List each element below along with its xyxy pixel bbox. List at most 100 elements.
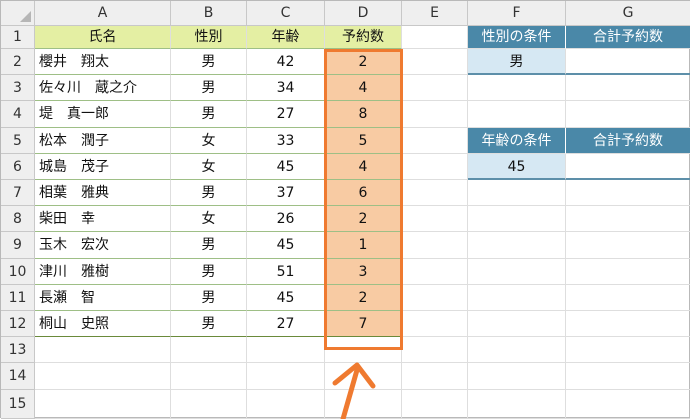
cell-gender[interactable]: 女 bbox=[171, 153, 247, 180]
row-header-11[interactable]: 11 bbox=[1, 284, 35, 311]
cell-reservations[interactable]: 5 bbox=[325, 127, 402, 154]
gender-condition-header[interactable]: 性別の条件 bbox=[468, 26, 566, 49]
cell-name[interactable]: 松本 潤子 bbox=[35, 127, 171, 154]
cell[interactable] bbox=[566, 232, 690, 259]
cell[interactable] bbox=[171, 389, 247, 419]
cell-gender[interactable]: 男 bbox=[171, 101, 247, 128]
select-all-corner[interactable] bbox=[1, 1, 35, 26]
cell-age[interactable]: 45 bbox=[247, 232, 325, 259]
cell[interactable] bbox=[566, 337, 690, 364]
gender-total-header[interactable]: 合計予約数 bbox=[566, 26, 690, 49]
column-header-c[interactable]: C bbox=[247, 1, 325, 26]
cell-reservations[interactable]: 8 bbox=[325, 101, 402, 128]
cell[interactable] bbox=[566, 311, 690, 338]
cell-reservations[interactable]: 4 bbox=[325, 153, 402, 180]
cell[interactable] bbox=[468, 206, 566, 233]
cell-age[interactable]: 37 bbox=[247, 180, 325, 207]
row-header-5[interactable]: 5 bbox=[1, 127, 35, 154]
cell-name[interactable]: 櫻井 翔太 bbox=[35, 49, 171, 76]
cell-reservations[interactable]: 7 bbox=[325, 311, 402, 338]
cell-age[interactable]: 26 bbox=[247, 206, 325, 233]
cell[interactable] bbox=[566, 285, 690, 311]
cell[interactable] bbox=[566, 390, 690, 419]
cell-gender[interactable]: 男 bbox=[171, 284, 247, 311]
cell[interactable] bbox=[402, 258, 468, 285]
cell[interactable] bbox=[566, 206, 690, 233]
cell-name[interactable]: 長瀬 智 bbox=[35, 284, 171, 311]
cell[interactable] bbox=[402, 153, 468, 180]
cell[interactable] bbox=[402, 363, 468, 390]
header-age[interactable]: 年齢 bbox=[247, 26, 325, 49]
cell-age[interactable]: 45 bbox=[247, 284, 325, 311]
row-header-7[interactable]: 7 bbox=[1, 180, 35, 207]
row-header-8[interactable]: 8 bbox=[1, 206, 35, 233]
cell-age[interactable]: 42 bbox=[247, 49, 325, 76]
row-header-12[interactable]: 12 bbox=[1, 311, 35, 338]
cell-age[interactable]: 27 bbox=[247, 101, 325, 128]
age-total-value[interactable] bbox=[566, 154, 690, 180]
cell[interactable] bbox=[402, 26, 468, 49]
cell-reservations[interactable]: 1 bbox=[325, 232, 402, 259]
cell[interactable] bbox=[402, 75, 468, 102]
cell-gender[interactable]: 男 bbox=[171, 180, 247, 207]
cell-name[interactable]: 堤 真一郎 bbox=[35, 101, 171, 128]
cell-name[interactable]: 桐山 史照 bbox=[35, 311, 171, 338]
cell-reservations[interactable]: 2 bbox=[325, 284, 402, 311]
row-header-3[interactable]: 3 bbox=[1, 75, 35, 102]
spreadsheet-grid[interactable]: A B C D E F G 1 2 3 4 5 6 7 8 9 10 11 12 13 14 15 氏名 性別… bbox=[0, 0, 690, 419]
gender-total-value[interactable] bbox=[566, 49, 690, 76]
cell-name[interactable]: 相葉 雅典 bbox=[35, 180, 171, 207]
cell-gender[interactable]: 男 bbox=[171, 75, 247, 102]
cell[interactable] bbox=[402, 180, 468, 207]
cell-age[interactable]: 51 bbox=[247, 258, 325, 285]
cell[interactable] bbox=[171, 363, 247, 390]
cell[interactable] bbox=[468, 232, 566, 259]
cell-age[interactable]: 33 bbox=[247, 127, 325, 154]
cell-reservations[interactable]: 2 bbox=[325, 49, 402, 76]
row-header-13[interactable]: 13 bbox=[1, 337, 35, 364]
column-header-e[interactable]: E bbox=[402, 1, 468, 26]
column-header-b[interactable]: B bbox=[171, 1, 247, 26]
cell[interactable] bbox=[402, 389, 468, 419]
cell[interactable] bbox=[468, 311, 566, 338]
cell[interactable] bbox=[468, 180, 566, 207]
cell[interactable] bbox=[468, 258, 566, 285]
cell[interactable] bbox=[402, 232, 468, 259]
cell[interactable] bbox=[468, 75, 566, 102]
header-reservations[interactable]: 予約数 bbox=[325, 26, 402, 49]
cell-gender[interactable]: 女 bbox=[171, 127, 247, 154]
cell[interactable] bbox=[402, 49, 468, 76]
header-gender[interactable]: 性別 bbox=[171, 26, 247, 49]
cell-name[interactable]: 城島 茂子 bbox=[35, 153, 171, 180]
cell[interactable] bbox=[402, 311, 468, 338]
cell[interactable] bbox=[35, 389, 171, 419]
header-name[interactable]: 氏名 bbox=[35, 26, 171, 49]
cell[interactable] bbox=[35, 337, 171, 364]
age-condition-input[interactable]: 45 bbox=[468, 153, 566, 180]
row-header-1[interactable]: 1 bbox=[1, 26, 35, 49]
cell-gender[interactable]: 女 bbox=[171, 206, 247, 233]
gender-condition-input[interactable]: 男 bbox=[468, 49, 566, 76]
age-condition-header[interactable]: 年齢の条件 bbox=[468, 127, 566, 154]
row-header-15[interactable]: 15 bbox=[1, 389, 35, 419]
cell[interactable] bbox=[247, 363, 325, 390]
cell-gender[interactable]: 男 bbox=[171, 49, 247, 76]
cell[interactable] bbox=[402, 101, 468, 128]
cell-gender[interactable]: 男 bbox=[171, 232, 247, 259]
cell-reservations[interactable]: 4 bbox=[325, 75, 402, 102]
cell-name[interactable]: 津川 雅樹 bbox=[35, 258, 171, 285]
cell[interactable] bbox=[468, 337, 566, 364]
cell[interactable] bbox=[468, 101, 566, 128]
row-header-9[interactable]: 9 bbox=[1, 232, 35, 259]
cell[interactable] bbox=[566, 363, 690, 390]
row-header-14[interactable]: 14 bbox=[1, 363, 35, 390]
row-header-10[interactable]: 10 bbox=[1, 258, 35, 285]
cell-reservations[interactable]: 2 bbox=[325, 206, 402, 233]
cell[interactable] bbox=[171, 337, 247, 364]
cell[interactable] bbox=[402, 127, 468, 154]
row-header-2[interactable]: 2 bbox=[1, 49, 35, 76]
column-header-d[interactable]: D bbox=[325, 1, 402, 26]
cell[interactable] bbox=[35, 363, 171, 390]
cell[interactable] bbox=[566, 101, 690, 128]
row-header-6[interactable]: 6 bbox=[1, 153, 35, 180]
